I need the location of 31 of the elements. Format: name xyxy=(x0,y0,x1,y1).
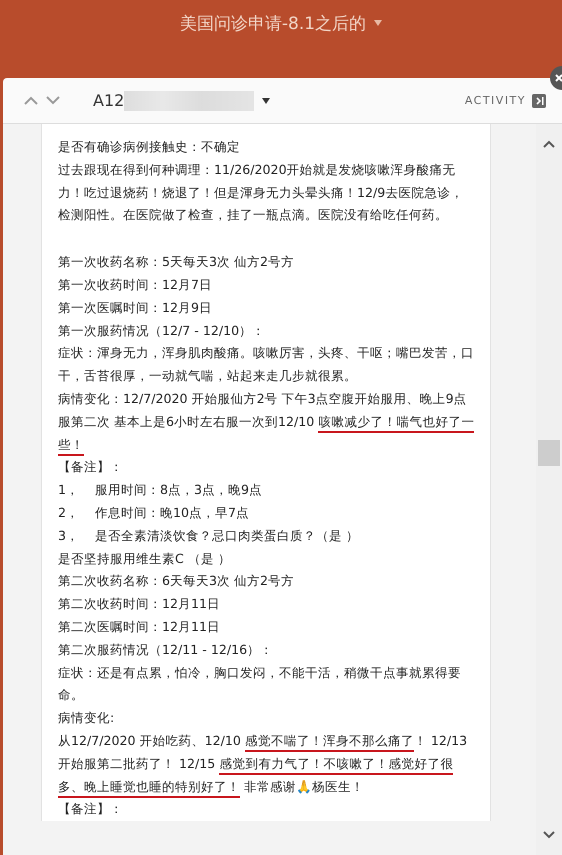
close-icon[interactable] xyxy=(555,74,562,82)
caret-icon[interactable] xyxy=(262,98,270,104)
scroll-down-icon[interactable] xyxy=(543,831,555,839)
text-line: 过去跟现在得到何种调理：11/26/2020开始就是发烧咳嗽浑身酸痛无力！吃过退烧药！烧退了！但是渾身无力头晕头痛！12/9去医院急诊，检测阳性。在医院做了检查，挂了一瓶点滴。医院没有给吃任何药。 xyxy=(58,160,464,224)
text-line: 是否坚持服用维生素C （是 ） xyxy=(58,550,232,568)
text-line: 症状：还是有点累，怕冷，胸口发闷，不能干活，稍微干点事就累得要命。 xyxy=(58,664,462,704)
scroll-up-icon[interactable] xyxy=(543,140,555,148)
text-line: 第二次收药名称：6天每天3次 仙方2号方 xyxy=(58,572,296,590)
caret-icon xyxy=(374,20,382,26)
text-line: 是否有确诊病例接触史：不确定 xyxy=(58,138,241,156)
scroll-thumb[interactable] xyxy=(538,440,560,466)
text-line: 【备注】： xyxy=(58,458,124,476)
text-line: 从12/7/2020 开始吃药、12/10 感觉不喘了！浑身不那么痛了！ 12/13开始服第二批药了！ 12/15 感觉到有力气了！不咳嗽了！感觉好了很多、晚上睡觉也睡的特别好了！ 非常感谢🙏杨医生！ xyxy=(58,730,476,798)
text-line: 第一次服药情况（12/7 - 12/10）： xyxy=(58,322,266,340)
text-line: 第二次服药情况（12/11 - 12/16）： xyxy=(58,640,274,659)
text-line: 第一次医嘱时间：12月9日 xyxy=(58,298,214,317)
text-line: 第二次收药时间：12月11日 xyxy=(58,595,222,614)
text-line: 病情变化：12/7/2020 开始服仙方2号 下午3点空腹开始服用、晚上9点服第二次 基本上是6小时左右服一次到12/10 咳嗽减少了！喘气也好了一些！ xyxy=(58,388,476,456)
text-line: 第一次收药名称：5天每天3次 仙方2号方 xyxy=(58,253,296,272)
board-title[interactable]: 美国问诊申请-8.1之后的 xyxy=(180,10,382,36)
panel-toggle-icon[interactable] xyxy=(532,94,546,108)
text-line: 1， 服用时间：8点，3点，晚9点 xyxy=(58,481,264,500)
record-id: A12 xyxy=(93,91,124,110)
text-line: 3， 是否全素清淡饮食？忌口肉类蛋白质？（是 ） xyxy=(58,526,360,545)
activity-button[interactable]: ACTIVITY xyxy=(464,94,546,108)
text-line: 病情变化: xyxy=(58,709,116,728)
text-line: 症状：渾身无力，浑身肌肉酸痛。咳嗽厉害，头疼、干呕；嘴巴发苦，口干，舌苔很厚，一动就气喘，站起来走几步就很累。 xyxy=(58,344,475,386)
text-line: 2， 作息时间：晚10点，早7点 xyxy=(58,504,250,522)
text-line: 第一次收药时间：12月7日 xyxy=(58,276,214,294)
text-line: 第二次医嘱时间：12月11日 xyxy=(58,618,222,636)
text-line: 【备注】： xyxy=(58,800,124,818)
